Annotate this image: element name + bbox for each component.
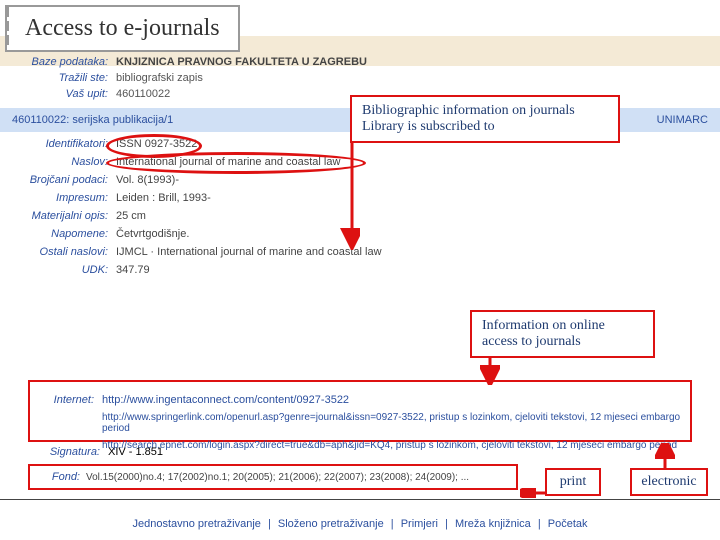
udk-value: 347.79 xyxy=(116,264,150,276)
fond-label: Fond: xyxy=(40,471,80,483)
num-label: Brojčani podaci: xyxy=(18,174,108,186)
footer-nav: Jednostavno pretraživanje | Složeno pret… xyxy=(0,518,720,530)
annotation-print: print xyxy=(545,468,601,496)
num-value: Vol. 8(1993)- xyxy=(116,174,179,186)
db-label: Baze podataka: xyxy=(18,56,108,68)
annotation-online: Information on online access to journals xyxy=(470,310,655,358)
internet-link-1[interactable]: http://www.ingentaconnect.com/content/09… xyxy=(102,394,349,406)
footer-link[interactable]: Jednostavno pretraživanje xyxy=(133,518,261,530)
internet-link-3[interactable]: http://search.epnet.com/login.aspx?direc… xyxy=(102,440,677,451)
sig-value: XIV - 1.851 xyxy=(108,446,163,458)
mat-label: Materijalni opis: xyxy=(18,210,108,222)
footer-link[interactable]: Mreža knjižnica xyxy=(455,518,531,530)
annotation-electronic: electronic xyxy=(630,468,708,496)
internet-link-2[interactable]: http://www.springerlink.com/openurl.asp?… xyxy=(102,412,686,434)
ident-label: Identifikatori: xyxy=(18,138,108,150)
slide-title: Access to e-journals xyxy=(5,5,240,52)
issn-value: ISSN 0927-3522 xyxy=(116,138,197,150)
searched-value: bibliografski zapis xyxy=(116,72,203,84)
footer-link[interactable]: Početak xyxy=(548,518,588,530)
journal-title: International journal of marine and coas… xyxy=(116,156,340,168)
query-value: 460110022 xyxy=(116,88,170,100)
searched-label: Tražili ste: xyxy=(18,72,108,84)
internet-label: Internet: xyxy=(34,394,94,406)
footer-link[interactable]: Primjeri xyxy=(401,518,438,530)
ostali-value: IJMCL · International journal of marine … xyxy=(116,246,382,258)
sig-label: Signatura: xyxy=(20,446,100,458)
impresum-label: Impresum: xyxy=(18,192,108,204)
db-value: KNJIZNICA PRAVNOG FAKULTETA U ZAGREBU xyxy=(116,56,367,68)
query-label: Vaš upit: xyxy=(18,88,108,100)
ostali-label: Ostali naslovi: xyxy=(18,246,108,258)
udk-label: UDK: xyxy=(18,264,108,276)
fond-value: Vol.15(2000)no.4; 17(2002)no.1; 20(2005)… xyxy=(86,472,469,483)
mat-value: 25 cm xyxy=(116,210,146,222)
internet-links-box: Internet: http://www.ingentaconnect.com/c… xyxy=(28,380,692,442)
footer-link[interactable]: Složeno pretraživanje xyxy=(278,518,384,530)
unimarc-link[interactable]: UNIMARC xyxy=(657,114,708,126)
annotation-bibliographic: Bibliographic information on journals Li… xyxy=(350,95,620,143)
title-label: Naslov: xyxy=(18,156,108,168)
holdings-box: Fond: Vol.15(2000)no.4; 17(2002)no.1; 20… xyxy=(28,464,518,490)
napomene-value: Četvrtgodišnje. xyxy=(116,228,189,240)
napomene-label: Napomene: xyxy=(18,228,108,240)
impresum-value: Leiden : Brill, 1993- xyxy=(116,192,211,204)
